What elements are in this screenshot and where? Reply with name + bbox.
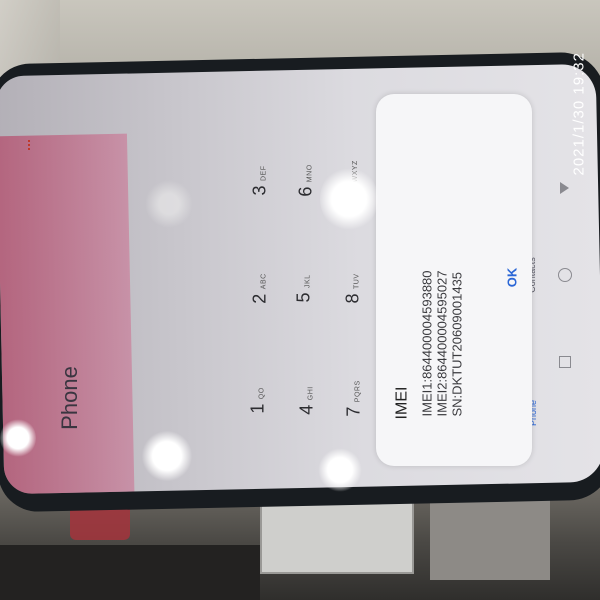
flash-glare: [145, 180, 193, 228]
imei1-text: IMEI1:864400004593880: [419, 270, 435, 417]
flash-glare: [142, 430, 192, 482]
dialpad-key-5[interactable]: 5 JKL: [294, 274, 315, 302]
dialog-title: IMEI: [393, 386, 411, 420]
back-icon[interactable]: [560, 182, 569, 194]
dialpad-key-2[interactable]: 2 ABC: [250, 273, 271, 303]
dialpad-key-7[interactable]: 7 PQRS: [344, 380, 365, 416]
shelf-dark-area: [0, 545, 260, 600]
serial-number-text: SN:DKTUT20609001435: [449, 271, 465, 417]
flash-glare: [318, 448, 362, 492]
recents-icon[interactable]: [559, 356, 571, 368]
flash-glare: [320, 166, 378, 232]
dialpad-key-8[interactable]: 8 TUV: [342, 274, 363, 304]
dialpad-key-6[interactable]: 6 MNO: [296, 164, 317, 196]
dialpad-key-3[interactable]: 3 DEF: [249, 166, 270, 196]
ok-button[interactable]: OK: [504, 268, 519, 288]
menu-dots-icon[interactable]: [28, 140, 33, 150]
dialpad-key-4[interactable]: 4 GHI: [297, 386, 318, 414]
home-icon[interactable]: [558, 268, 572, 282]
dialpad-key-1[interactable]: 1 QO: [248, 387, 269, 413]
app-title: Phone: [56, 366, 82, 430]
imei2-text: IMEI2:864400004595027: [434, 270, 450, 417]
imei-dialog: IMEI IMEI1:864400004593880 IMEI2:8644000…: [376, 94, 532, 466]
photo-timestamp: 2021/1/30 19:32: [570, 52, 588, 176]
flash-glare: [0, 418, 36, 458]
